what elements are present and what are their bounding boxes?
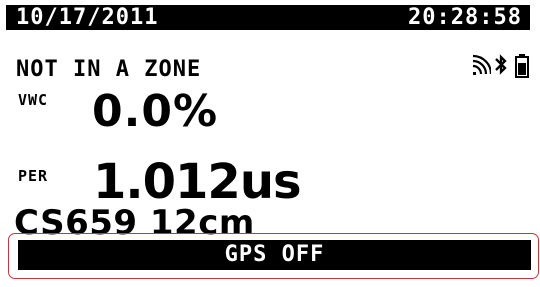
per-label: PER — [18, 167, 49, 185]
lcd-screen: 10/17/2011 20:28:58 NOT IN A ZONE VWC 0.… — [0, 0, 540, 287]
per-value: 1.012us — [93, 154, 302, 210]
signal-icon — [473, 54, 491, 75]
gps-status-bar[interactable]: GPS OFF — [18, 240, 531, 270]
gps-status-frame: GPS OFF — [8, 233, 539, 279]
status-icons — [473, 54, 531, 84]
battery-icon — [515, 54, 529, 78]
zone-status-text: NOT IN A ZONE — [16, 57, 202, 82]
top-status-bar: 10/17/2011 20:28:58 — [6, 5, 530, 30]
vwc-label: VWC — [18, 91, 49, 109]
bluetooth-icon — [495, 54, 507, 75]
vwc-value: 0.0% — [92, 86, 219, 137]
date-display: 10/17/2011 — [16, 5, 159, 30]
time-display: 20:28:58 — [408, 5, 522, 30]
